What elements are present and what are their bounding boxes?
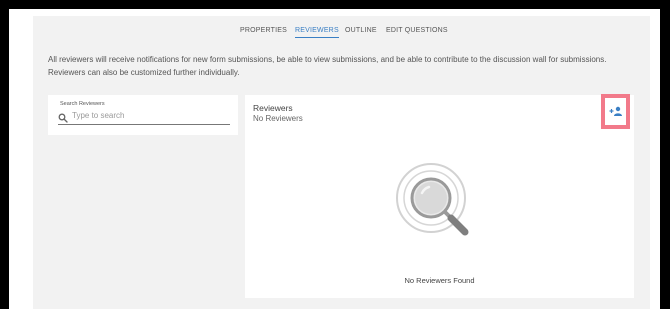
- search-input[interactable]: [72, 109, 222, 121]
- magnifying-glass-icon: [395, 162, 485, 252]
- tab-bar: PROPERTIES REVIEWERS OUTLINE EDIT QUESTI…: [0, 27, 670, 47]
- add-reviewer-button[interactable]: [601, 94, 630, 129]
- tab-outline[interactable]: OUTLINE: [345, 27, 377, 34]
- reviewers-card: Reviewers No Reviewers No Reviewers Foun…: [245, 94, 634, 298]
- tab-edit-questions[interactable]: EDIT QUESTIONS: [386, 27, 448, 34]
- add-person-icon: [609, 103, 623, 121]
- reviewers-description: All reviewers will receive notifications…: [48, 53, 648, 79]
- reviewers-subtitle: No Reviewers: [253, 114, 303, 123]
- description-line-2: Reviewers can also be customized further…: [48, 68, 240, 77]
- description-line-1: All reviewers will receive notifications…: [48, 55, 607, 64]
- search-label: Search Reviewers: [60, 101, 105, 107]
- search-card: Search Reviewers: [48, 95, 238, 135]
- search-underline: [58, 124, 230, 125]
- tab-reviewers[interactable]: REVIEWERS: [295, 27, 339, 38]
- search-icon: [58, 110, 68, 123]
- reviewers-title: Reviewers: [253, 103, 293, 113]
- empty-state-text: No Reviewers Found: [404, 276, 475, 285]
- tab-properties[interactable]: PROPERTIES: [240, 27, 287, 34]
